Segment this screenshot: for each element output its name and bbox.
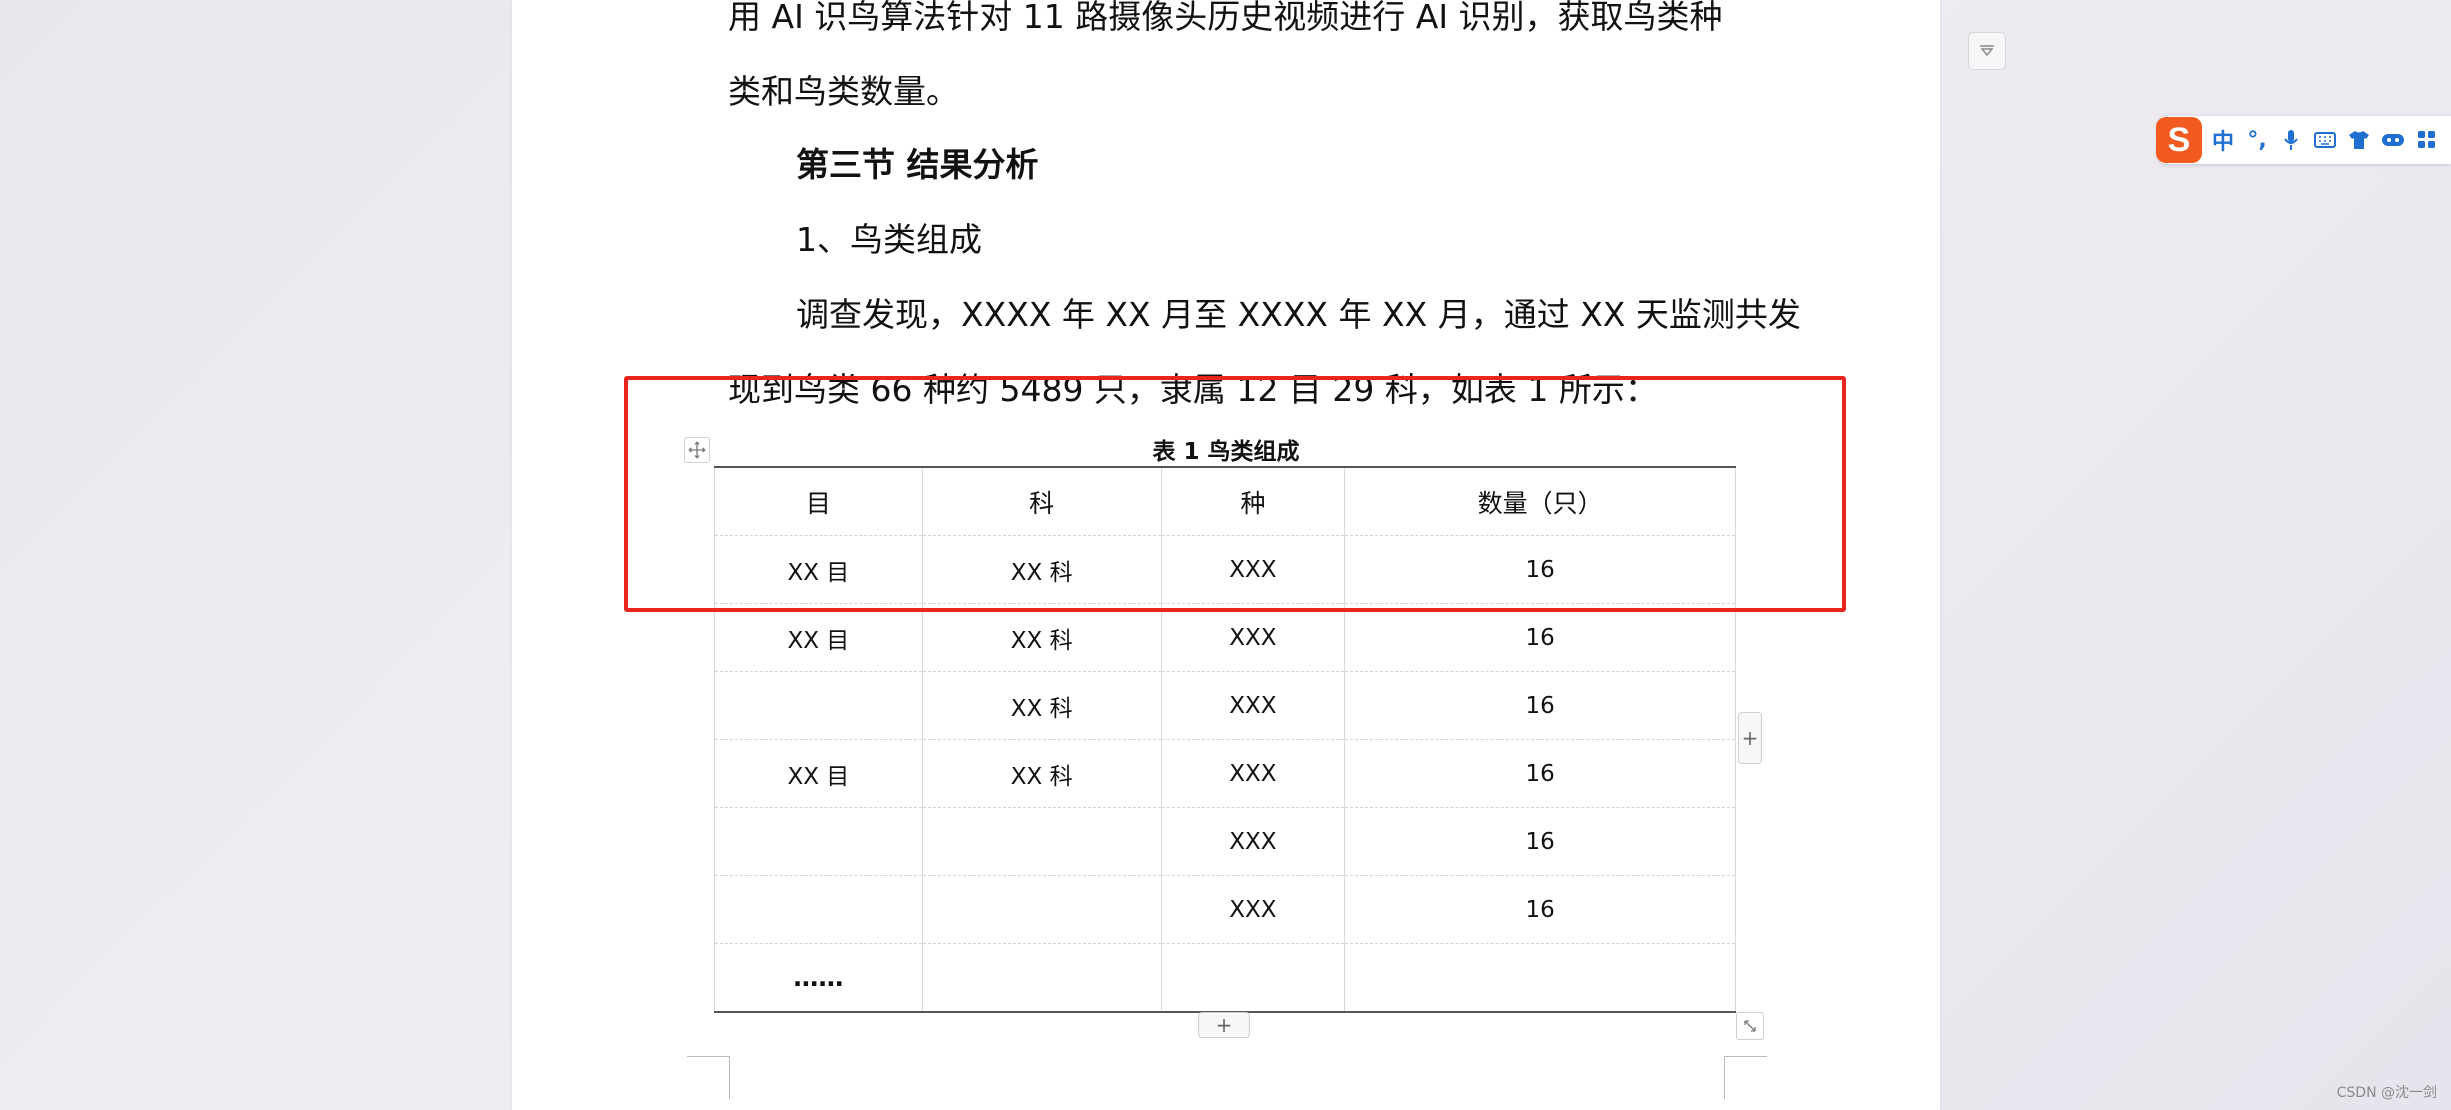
table-cell[interactable]: XXX: [1160, 739, 1346, 808]
paragraph-line: 调查发现，XXXX 年 XX 月至 XXXX 年 XX 月，通过 XX 天监测共…: [796, 295, 1801, 334]
keyboard-icon[interactable]: [2312, 125, 2338, 155]
table-row: ……: [714, 943, 1736, 1013]
table-resize-handle[interactable]: [1736, 1012, 1764, 1040]
table-cell[interactable]: XXX: [1160, 603, 1346, 672]
table-cell[interactable]: 16: [1344, 671, 1736, 740]
table-cell[interactable]: [921, 875, 1162, 944]
table-row: XXX 16: [714, 807, 1736, 876]
subheading: 1、鸟类组成: [796, 220, 982, 259]
table-cell[interactable]: 16: [1344, 807, 1736, 876]
table-cell[interactable]: 16: [1344, 603, 1736, 672]
table-cell[interactable]: XX 目: [714, 739, 923, 808]
table-cell[interactable]: [1160, 943, 1346, 1013]
page-margin-mark: [1724, 1056, 1767, 1099]
page-margin-mark: [687, 1056, 730, 1099]
watermark: CSDN @沈一剑: [2336, 1085, 2437, 1101]
resize-icon: [1744, 1020, 1756, 1032]
add-column-button[interactable]: +: [1738, 712, 1762, 764]
filter-icon: [1980, 45, 1994, 57]
table-row: XX 目 XX 科 XXX 16: [714, 603, 1736, 672]
side-panel-toggle[interactable]: [1968, 32, 2006, 70]
table-cell[interactable]: 16: [1344, 875, 1736, 944]
table-cell[interactable]: [714, 671, 923, 740]
input-mode-toggle[interactable]: 中: [2210, 125, 2236, 155]
add-row-button[interactable]: +: [1198, 1012, 1250, 1038]
table-cell[interactable]: XXX: [1160, 671, 1346, 740]
paragraph-line: 类和鸟类数量。: [728, 72, 959, 111]
paragraph-line: 用 AI 识鸟算法针对 11 路摄像头历史视频进行 AI 识别，获取鸟类种: [728, 0, 1723, 36]
table-row: XX 科 XXX 16: [714, 671, 1736, 740]
table-cell[interactable]: [714, 875, 923, 944]
table-cell[interactable]: XX 科: [921, 739, 1162, 808]
highlight-annotation-box: [624, 376, 1846, 612]
table-cell[interactable]: XX 科: [921, 671, 1162, 740]
ime-toolbar: S 中 °,: [2156, 116, 2451, 164]
table-cell[interactable]: [921, 943, 1162, 1013]
table-cell[interactable]: [1344, 943, 1736, 1013]
table-cell[interactable]: XX 目: [714, 603, 923, 672]
table-cell[interactable]: XXX: [1160, 875, 1346, 944]
section-heading: 第三节 结果分析: [796, 145, 1039, 184]
table-cell[interactable]: [714, 807, 923, 876]
mic-icon[interactable]: [2278, 125, 2304, 155]
skin-shirt-icon[interactable]: [2346, 125, 2372, 155]
grid-menu-icon[interactable]: [2414, 125, 2440, 155]
gamepad-icon[interactable]: [2380, 125, 2406, 155]
table-cell[interactable]: XX 科: [921, 603, 1162, 672]
table-row: XXX 16: [714, 875, 1736, 944]
table-cell[interactable]: [921, 807, 1162, 876]
table-row: XX 目 XX 科 XXX 16: [714, 739, 1736, 808]
table-cell[interactable]: 16: [1344, 739, 1736, 808]
sogou-logo-icon[interactable]: S: [2156, 117, 2202, 163]
table-cell[interactable]: XXX: [1160, 807, 1346, 876]
punctuation-toggle[interactable]: °,: [2244, 125, 2270, 155]
table-cell[interactable]: ……: [714, 943, 923, 1013]
